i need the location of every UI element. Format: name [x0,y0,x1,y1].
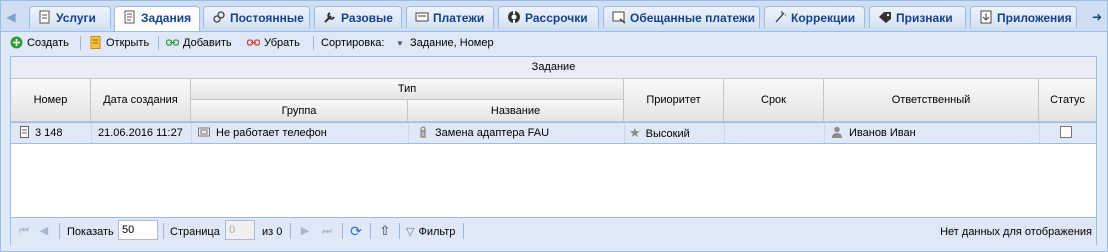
toolbar-separator [313,36,314,50]
column-divider [624,123,625,143]
tab-attributes[interactable]: Признаки [869,6,966,28]
column-header-type: Тип [191,79,624,100]
tab-scroll-right-icon[interactable]: ➜ [1089,7,1105,27]
cell-deadline [731,123,821,143]
toolbar-separator [158,36,159,50]
filter-icon: ▽ [406,226,415,238]
tab-promised-payments[interactable]: Обещанные платежи [603,6,760,28]
wrench-icon [324,12,335,23]
link-icon [213,11,225,23]
remove-button[interactable]: Убрать [247,35,300,51]
phone-group-icon [198,127,210,137]
page-size-label: Показать [67,226,114,238]
promised-payment-icon [612,11,626,24]
link-remove-icon [247,39,260,46]
payment-icon [415,12,429,22]
tab-payments[interactable]: Платежи [406,6,494,28]
table-row[interactable]: 3 148 21.06.2016 11:27 Не работает телеф… [11,122,1096,144]
column-divider [1039,123,1040,143]
tabs: Услуги Задания Постоянные Разовые Платеж… [21,6,1087,31]
paging-separator [399,223,400,239]
link-add-icon [166,39,179,46]
refresh-icon[interactable]: ⟳ [348,223,364,239]
task-icon [20,126,29,138]
column-divider [191,123,192,143]
page-number-input[interactable]: 0 [225,220,255,240]
column-header-status[interactable]: Статус [1039,79,1096,122]
empty-message: Нет данных для отображения [940,226,1092,238]
paging-separator [342,223,343,239]
cell-priority: ★ Высокий [629,125,690,140]
tab-strip: ◀ Услуги Задания Постоянные Разовые Плат… [1,1,1107,32]
column-header-deadline[interactable]: Срок [724,79,824,122]
column-divider [824,123,825,143]
first-page-icon[interactable]: ⏮ [16,223,32,239]
paging-separator [163,223,164,239]
cell-number: 3 148 [19,123,89,143]
tab-tasks[interactable]: Задания [114,6,200,31]
star-icon: ★ [629,125,641,140]
filter-button[interactable]: ▽ Фильтр [406,224,455,240]
paging-separator [59,223,60,239]
lifebuoy-icon [508,11,520,23]
column-divider [408,123,409,143]
column-header-responsible[interactable]: Ответственный [824,79,1039,122]
tab-one-time[interactable]: Разовые [314,6,402,28]
create-button[interactable]: Создать [10,35,69,51]
prev-page-icon[interactable]: ◀ [36,223,52,239]
tasks-grid: Задание Номер Дата создания Тип Группа Н… [10,56,1097,245]
document-icon [39,10,50,24]
paging-separator [370,223,371,239]
page-count-label: из 0 [262,226,283,238]
tab-recurring[interactable]: Постоянные [203,6,310,28]
cell-responsible: Иванов Иван [831,123,1036,143]
sort-dropdown[interactable]: ▼ Задание, Номер [396,35,494,51]
column-header-priority[interactable]: Приоритет [624,79,724,122]
task-icon [124,10,135,24]
tab-scroll-left-icon[interactable]: ◀ [3,7,19,27]
tab-corrections[interactable]: Коррекции [764,6,865,28]
cell-name: Замена адаптера FAU [417,123,622,143]
add-button[interactable]: Добавить [166,35,232,51]
toolbar-separator [80,36,81,50]
last-page-icon[interactable]: ⏭ [319,223,335,239]
column-divider [724,123,725,143]
paging-toolbar: ⏮ ◀ Показать 50 Страница 0 из 0 ▶ ⏭ ⟳ ⇧ … [11,217,1096,245]
adapter-icon [420,126,426,138]
column-divider [91,123,92,143]
sort-label: Сортировка: [321,37,385,49]
wand-icon [775,11,786,23]
tab-installments[interactable]: Рассрочки [498,6,599,28]
task-panel: ◀ Услуги Задания Постоянные Разовые Плат… [0,0,1108,252]
column-header-number[interactable]: Номер [11,79,91,122]
column-header-created[interactable]: Дата создания [91,79,191,122]
cell-group: Не работает телефон [198,123,406,143]
page-label: Страница [170,226,220,238]
chevron-down-icon: ▼ [396,39,404,48]
paging-separator [290,223,291,239]
user-icon [832,126,842,138]
open-document-icon [90,36,101,49]
open-button[interactable]: Открыть [89,35,149,51]
grid-title: Задание [11,57,1096,79]
tab-attachments[interactable]: Приложения [970,6,1077,28]
next-page-icon[interactable]: ▶ [297,223,313,239]
export-icon[interactable]: ⇧ [377,223,393,239]
tab-services[interactable]: Услуги [29,6,111,28]
cell-created: 21.06.2016 11:27 [98,127,183,139]
status-checkbox[interactable] [1060,126,1072,138]
plus-circle-icon [10,36,23,49]
paging-separator [463,223,464,239]
tag-icon [879,12,891,23]
column-header-group[interactable]: Группа [191,100,408,122]
attachment-icon [980,10,992,24]
column-header-name[interactable]: Название [408,100,624,122]
toolbar: Создать Открыть Добавить Убрать Сортиров… [10,32,1098,54]
page-size-input[interactable]: 50 [118,220,158,240]
